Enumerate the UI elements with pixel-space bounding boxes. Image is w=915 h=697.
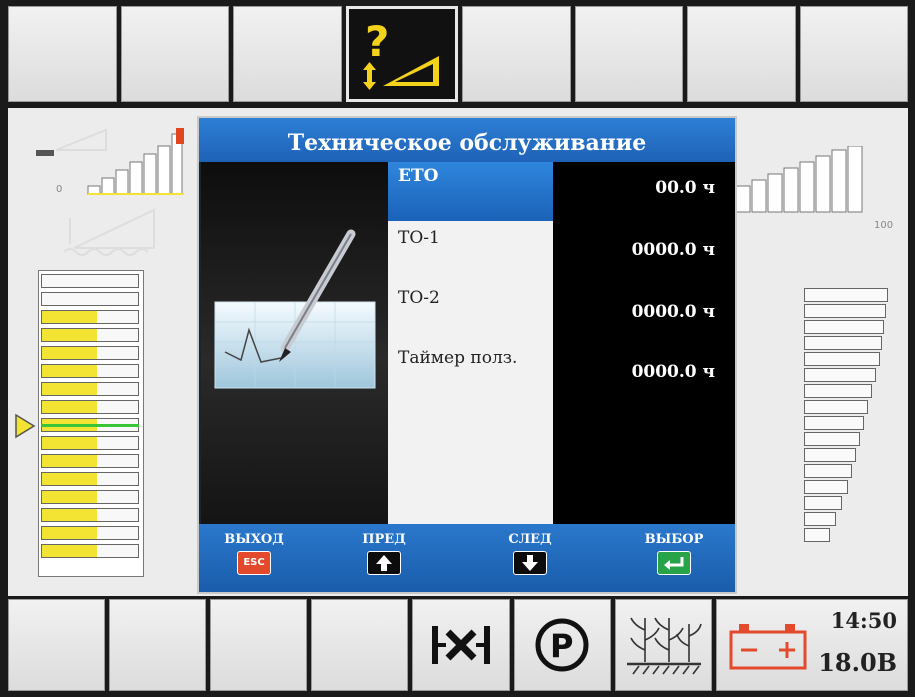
stepped-bar — [804, 480, 848, 494]
arrow-up-icon — [367, 551, 401, 575]
battery-icon — [729, 624, 807, 670]
bottom-softkey-1[interactable] — [8, 599, 106, 691]
right-gauge-max-label: 100 — [874, 220, 894, 231]
stepped-bar — [804, 400, 868, 414]
top-softkey-5[interactable] — [462, 6, 571, 102]
stepped-bar — [804, 288, 888, 302]
maintenance-item-to2[interactable]: ТО-2 — [398, 288, 440, 308]
stepped-bar — [804, 368, 876, 382]
stepped-bar — [804, 496, 842, 510]
dialog-footer: ВЫХОД ESC ПРЕД СЛЕД ВЫБОР — [199, 524, 735, 592]
stepped-bar — [804, 336, 882, 350]
crop-ground-icon — [627, 617, 702, 675]
maintenance-value-to1: 0000.0 ч — [631, 240, 715, 260]
ladder-rung — [41, 436, 139, 450]
maintenance-illustration — [201, 162, 388, 524]
diff-lock-button[interactable] — [412, 599, 510, 691]
clock-time: 14:50 — [830, 608, 897, 633]
ladder-rung — [41, 400, 139, 414]
left-gauge-min-label: 0 — [56, 184, 63, 195]
terminal-screen: ? 0 100 Техническое обслуживание ЕТО ТО-… — [0, 0, 915, 697]
select-button[interactable]: ВЫБОР — [619, 524, 729, 592]
maintenance-item-to1[interactable]: ТО-1 — [398, 228, 440, 248]
top-softkey-8[interactable] — [799, 6, 908, 102]
top-softkey-3[interactable] — [233, 6, 342, 102]
ladder-rung — [41, 472, 139, 486]
ladder-rung — [41, 328, 139, 342]
top-softkey-maintenance[interactable]: ? — [345, 6, 458, 102]
maintenance-dialog: Техническое обслуживание ЕТО ТО-1 ТО-2 Т… — [197, 116, 737, 594]
bottom-softkey-2[interactable] — [109, 599, 207, 691]
maintenance-item-eto[interactable]: ЕТО — [398, 166, 438, 186]
stepped-bar — [804, 448, 856, 462]
prev-button[interactable]: ПРЕД — [329, 524, 439, 592]
stepped-bar — [804, 528, 830, 542]
ladder-rung — [41, 508, 139, 522]
stepped-bar — [804, 384, 872, 398]
ladder-rung — [41, 364, 139, 378]
ladder-rung — [41, 310, 139, 324]
prev-label: ПРЕД — [362, 532, 406, 547]
battery-voltage: 18.0В — [818, 648, 897, 677]
bottom-softkey-3[interactable] — [210, 599, 308, 691]
stepped-bar — [804, 304, 886, 318]
stepped-bar — [804, 512, 836, 526]
ladder-rung — [41, 490, 139, 504]
top-softkey-1[interactable] — [8, 6, 117, 102]
stepped-bar — [804, 464, 852, 478]
ladder-rung — [41, 544, 139, 558]
ladder-rung — [41, 274, 139, 288]
top-softkey-7[interactable] — [687, 6, 796, 102]
enter-key-icon — [657, 551, 691, 575]
svg-text:P: P — [550, 627, 573, 665]
stepped-bar — [804, 416, 864, 430]
bottom-softkey-4[interactable] — [311, 599, 409, 691]
maintenance-values-column: 00.0 ч 0000.0 ч 0000.0 ч 0000.0 ч — [553, 162, 735, 524]
select-label: ВЫБОР — [644, 532, 704, 547]
exit-label: ВЫХОД — [224, 532, 284, 547]
svg-text:?: ? — [365, 17, 389, 66]
top-softkey-6[interactable] — [574, 6, 683, 102]
ladder-rung — [41, 382, 139, 396]
stepped-bar — [804, 352, 880, 366]
ladder-rung — [41, 346, 139, 360]
maintenance-value-to2: 0000.0 ч — [631, 302, 715, 322]
maintenance-help-icon: ? — [362, 17, 439, 90]
maintenance-names-column: ЕТО ТО-1 ТО-2 Таймер полз. — [388, 162, 553, 524]
stepped-bar — [804, 432, 860, 446]
dialog-title: Техническое обслуживание — [199, 118, 735, 162]
parking-brake-button[interactable]: P — [513, 599, 611, 691]
esc-key-icon: ESC — [237, 551, 271, 575]
crop-button[interactable] — [614, 599, 712, 691]
next-label: СЛЕД — [508, 532, 552, 547]
right-bar-gauge — [736, 146, 863, 213]
next-button[interactable]: СЛЕД — [475, 524, 585, 592]
status-panel: 14:50 18.0В — [715, 599, 908, 691]
header-position-ladder — [38, 270, 144, 577]
maintenance-value-timer: 0000.0 ч — [631, 362, 715, 382]
bottom-softkey-row: P 14:50 18.0В — [8, 599, 908, 691]
header-height-icon — [63, 208, 155, 256]
arrow-down-icon — [513, 551, 547, 575]
exit-button[interactable]: ВЫХОД ESC — [199, 524, 309, 592]
setpoint-pointer-icon — [15, 413, 36, 439]
maintenance-value-eto: 00.0 ч — [655, 178, 715, 198]
top-softkey-2[interactable] — [120, 6, 229, 102]
top-softkey-row: ? — [8, 6, 908, 102]
maintenance-item-timer[interactable]: Таймер полз. — [398, 348, 517, 368]
pen-chart-icon — [214, 229, 376, 389]
stepped-bar — [804, 320, 884, 334]
diff-lock-icon — [431, 626, 490, 664]
setpoint-line — [41, 424, 139, 427]
ladder-rung — [41, 526, 139, 540]
parking-brake-icon: P — [535, 618, 589, 672]
ladder-rung — [41, 292, 139, 306]
ladder-rung — [41, 454, 139, 468]
